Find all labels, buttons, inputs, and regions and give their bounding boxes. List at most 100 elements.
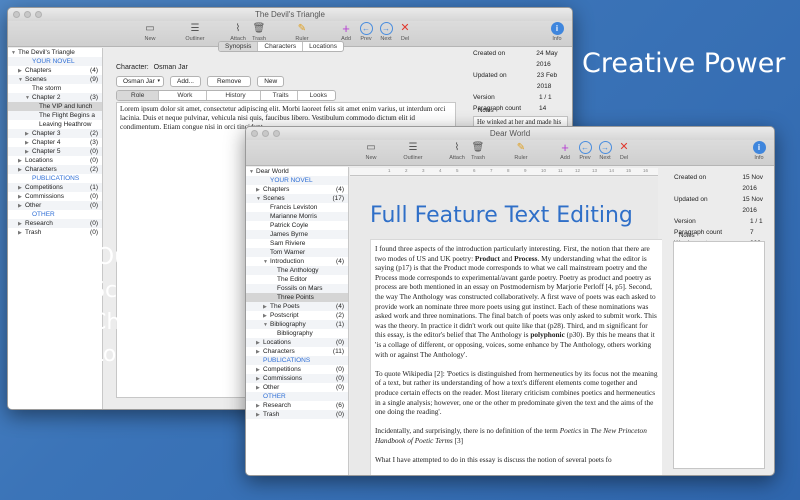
tab-characters[interactable]: Characters: [258, 42, 304, 51]
outline-row[interactable]: ▶ Locations (0): [8, 156, 102, 165]
outline-row[interactable]: ▼ The Devil's Triangle: [8, 48, 102, 57]
outline-row[interactable]: Three Points: [246, 293, 348, 302]
outline-row[interactable]: OTHER: [8, 210, 102, 219]
trash-icon: 🗑: [471, 142, 485, 153]
ruler-button[interactable]: ✎ Ruler: [287, 22, 317, 42]
outline-row[interactable]: ▶ Chapters (4): [246, 185, 348, 194]
outline-row[interactable]: The Anthology: [246, 266, 348, 275]
outline-row[interactable]: The Editor: [246, 275, 348, 284]
outline-count: (4): [336, 186, 344, 193]
outline-row[interactable]: Fossils on Mars: [246, 284, 348, 293]
outline-row[interactable]: Marianne Morris: [246, 212, 348, 221]
ruler-button[interactable]: ✎ Ruler: [506, 141, 536, 161]
outline-label: Other: [25, 202, 42, 209]
front-toolbar: ▭ New ☰ Outliner ⌇ Attach 🗑 Trash ✎ Ruler + Ad…: [246, 140, 774, 166]
outline-count: (0): [336, 411, 344, 418]
outline-row[interactable]: ▶ Research (0): [8, 219, 102, 228]
outline-label: Characters: [263, 348, 295, 355]
outline-row[interactable]: ▶ Chapter 5 (0): [8, 147, 102, 156]
tab-locations[interactable]: Locations: [303, 42, 343, 51]
outline-row[interactable]: ▶ Chapter 3 (2): [8, 129, 102, 138]
outline-label: Bibliography: [270, 321, 306, 328]
outline-row[interactable]: ▶ Characters (11): [246, 347, 348, 356]
outline-row[interactable]: ▶ Commissions (0): [8, 192, 102, 201]
outline-label: Competitions: [25, 184, 63, 191]
outline-row[interactable]: ▶ The Poets (4): [246, 302, 348, 311]
outline-row[interactable]: ▶ Chapter 4 (3): [8, 138, 102, 147]
outline-count: (4): [336, 303, 344, 310]
character-controls: Osman Jar ▾ Add... Remove New: [116, 76, 285, 87]
subtab-traits[interactable]: Traits: [265, 91, 298, 100]
subtab-history[interactable]: History: [211, 91, 261, 100]
add-character-button[interactable]: Add...: [170, 76, 201, 87]
outline-row[interactable]: Tom Warner: [246, 248, 348, 257]
outline-count: (0): [90, 229, 98, 236]
outline-label: Dear World: [256, 168, 289, 175]
outline-row[interactable]: PUBLICATIONS: [8, 174, 102, 183]
outline-row[interactable]: ▼ Dear World: [246, 167, 348, 176]
info-button[interactable]: i Info: [542, 22, 572, 42]
disclosure-closed-icon[interactable]: ▶: [18, 229, 25, 238]
new-button[interactable]: ▭ New: [356, 141, 386, 161]
subtab-work[interactable]: Work: [163, 91, 208, 100]
outline-row[interactable]: YOUR NOVEL: [8, 57, 102, 66]
outline-row[interactable]: Sam Riviere: [246, 239, 348, 248]
outline-label: Marianne Morris: [270, 213, 317, 220]
outline-row[interactable]: Bibliography: [246, 329, 348, 338]
front-notes-field[interactable]: [673, 241, 765, 469]
outline-row[interactable]: ▶ Chapters (4): [8, 66, 102, 75]
outline-row[interactable]: ▼ Introduction (4): [246, 257, 348, 266]
outline-row[interactable]: ▼ Chapter 2 (3): [8, 93, 102, 102]
outline-row[interactable]: Leaving Heathrow: [8, 120, 102, 129]
disclosure-closed-icon[interactable]: ▶: [256, 411, 263, 420]
del-button[interactable]: ✕ Del: [390, 22, 420, 42]
outline-row[interactable]: ▶ Locations (0): [246, 338, 348, 347]
outline-row[interactable]: ▶ Characters (2): [8, 165, 102, 174]
outline-row[interactable]: ▶ Trash (0): [8, 228, 102, 237]
character-header: Character: Osman Jar: [116, 64, 188, 71]
new-button[interactable]: ▭ New: [135, 22, 165, 42]
outline-row[interactable]: ▶ Competitions (1): [8, 183, 102, 192]
tab-synopsis[interactable]: Synopsis: [219, 42, 259, 51]
outline-row[interactable]: YOUR NOVEL: [246, 176, 348, 185]
text-ruler[interactable]: 1 2 3 4 5 6 7 8 9 10 11 12 13 14 15 16: [350, 168, 658, 176]
outline-row[interactable]: ▶ Research (6): [246, 401, 348, 410]
outline-row[interactable]: Patrick Coyle: [246, 221, 348, 230]
info-button[interactable]: i Info: [744, 141, 774, 161]
bullet-scene: • Scene: [71, 278, 159, 303]
subtab-looks[interactable]: Looks: [302, 91, 335, 100]
outliner-button[interactable]: ☰ Outliner: [180, 22, 210, 42]
window-controls[interactable]: [251, 130, 280, 137]
paragraph-1: I found three aspects of the introductio…: [375, 244, 657, 359]
outline-row[interactable]: PUBLICATIONS: [246, 356, 348, 365]
outline-row[interactable]: The Flight Begins a: [8, 111, 102, 120]
outline-row[interactable]: Francis Leviston: [246, 203, 348, 212]
meta-key: Updated on: [674, 196, 708, 203]
outline-row[interactable]: ▶ Competitions (0): [246, 365, 348, 374]
character-select[interactable]: Osman Jar ▾: [116, 76, 164, 87]
outline-row[interactable]: ▶ Other (0): [8, 201, 102, 210]
outline-row[interactable]: ▶ Trash (0): [246, 410, 348, 419]
outline-row[interactable]: ▼ Scenes (17): [246, 194, 348, 203]
outline-row[interactable]: ▶ Postscript (2): [246, 311, 348, 320]
outline-row[interactable]: OTHER: [246, 392, 348, 401]
outline-row[interactable]: James Byrne: [246, 230, 348, 239]
outline-row[interactable]: ▼ Scenes (9): [8, 75, 102, 84]
front-outline[interactable]: ▼ Dear World YOUR NOVEL ▶ Chapters (4) ▼ Scenes…: [246, 167, 349, 475]
remove-character-button[interactable]: Remove: [206, 76, 252, 87]
outline-row[interactable]: The VIP and lunch: [8, 102, 102, 111]
outline-count: (0): [336, 375, 344, 382]
outline-row[interactable]: ▶ Other (0): [246, 383, 348, 392]
outline-row[interactable]: ▶ Commissions (0): [246, 374, 348, 383]
new-character-button[interactable]: New: [257, 76, 285, 87]
trash-button[interactable]: 🗑 Trash: [463, 141, 493, 161]
window-controls[interactable]: [13, 11, 42, 18]
outliner-button[interactable]: ☰ Outliner: [398, 141, 428, 161]
subtab-role[interactable]: Role: [117, 91, 160, 100]
outline-row[interactable]: ▼ Bibliography (1): [246, 320, 348, 329]
trash-button[interactable]: 🗑 Trash: [244, 22, 274, 42]
meta-row: Version 1 / 1: [473, 92, 572, 103]
del-button[interactable]: ✕ Del: [609, 141, 639, 161]
document-page[interactable]: I found three aspects of the introductio…: [370, 239, 662, 475]
outline-row[interactable]: The storm: [8, 84, 102, 93]
